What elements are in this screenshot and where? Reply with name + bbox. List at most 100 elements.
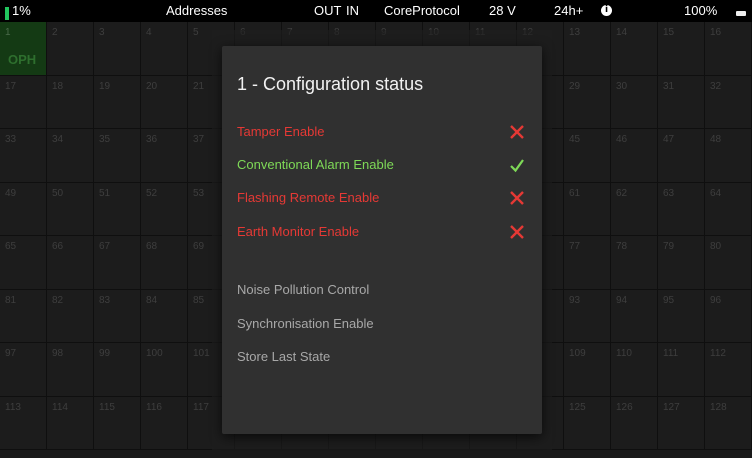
- address-cell[interactable]: 77: [564, 236, 611, 290]
- address-cell[interactable]: 81: [0, 289, 47, 343]
- config-item-label: Conventional Alarm Enable: [237, 157, 394, 172]
- address-number: 83: [99, 294, 111, 306]
- address-cell[interactable]: 93: [564, 289, 611, 343]
- address-number: 21: [193, 80, 205, 92]
- address-number: 110: [616, 348, 632, 359]
- address-cell[interactable]: 68: [141, 236, 188, 290]
- dialog-title: 1 - Configuration status: [237, 74, 424, 94]
- address-cell[interactable]: 114: [47, 396, 94, 450]
- address-cell[interactable]: 49: [0, 182, 47, 236]
- address-cell[interactable]: 52: [141, 182, 188, 236]
- address-number: 52: [146, 187, 158, 199]
- address-cell[interactable]: 97: [0, 343, 47, 397]
- address-number: 49: [5, 187, 17, 199]
- info-icon[interactable]: i: [601, 5, 612, 16]
- cross-icon: [510, 225, 524, 239]
- address-cell[interactable]: 51: [94, 182, 141, 236]
- address-number: 84: [146, 294, 158, 306]
- address-cell[interactable]: 65: [0, 236, 47, 290]
- address-cell[interactable]: 128: [705, 396, 752, 450]
- address-cell[interactable]: 1 OPH: [0, 22, 47, 76]
- address-cell[interactable]: 45: [564, 129, 611, 183]
- address-number: 62: [616, 187, 628, 199]
- address-number: 82: [52, 294, 64, 306]
- address-cell[interactable]: 20: [141, 75, 188, 129]
- address-number: 48: [710, 134, 722, 145]
- address-cell[interactable]: 33: [0, 129, 47, 183]
- address-number: 61: [569, 187, 581, 199]
- address-cell[interactable]: 79: [658, 236, 705, 290]
- address-number: 79: [663, 241, 675, 252]
- address-cell[interactable]: 62: [611, 182, 658, 236]
- address-number: 35: [99, 134, 111, 145]
- address-cell[interactable]: 83: [94, 289, 141, 343]
- address-cell[interactable]: 63: [658, 182, 705, 236]
- address-cell[interactable]: 99: [94, 343, 141, 397]
- address-cell[interactable]: 78: [611, 236, 658, 290]
- address-cell[interactable]: 113: [0, 396, 47, 450]
- check-icon: [510, 159, 524, 173]
- address-cell[interactable]: 96: [705, 289, 752, 343]
- address-cell[interactable]: 34: [47, 129, 94, 183]
- address-number: 65: [5, 241, 17, 252]
- address-cell[interactable]: 126: [611, 396, 658, 450]
- address-cell[interactable]: 19: [94, 75, 141, 129]
- address-number: 15: [663, 27, 675, 38]
- address-cell[interactable]: 16: [705, 22, 752, 76]
- address-cell[interactable]: 109: [564, 343, 611, 397]
- address-number: 97: [5, 348, 17, 359]
- address-number: 5: [193, 27, 199, 38]
- protocol-label: CoreProtocol: [384, 3, 460, 18]
- address-number: 19: [99, 80, 111, 92]
- address-cell[interactable]: 48: [705, 129, 752, 183]
- address-cell[interactable]: 80: [705, 236, 752, 290]
- in-label: IN: [346, 3, 359, 18]
- address-cell[interactable]: 2: [47, 22, 94, 76]
- address-cell[interactable]: 31: [658, 75, 705, 129]
- address-number: 78: [616, 241, 628, 252]
- address-cell[interactable]: 17: [0, 75, 47, 129]
- address-cell[interactable]: 95: [658, 289, 705, 343]
- config-item: Flashing Remote Enable: [237, 187, 527, 209]
- address-number: 64: [710, 187, 722, 199]
- address-cell[interactable]: 67: [94, 236, 141, 290]
- address-cell[interactable]: 98: [47, 343, 94, 397]
- address-cell[interactable]: 47: [658, 129, 705, 183]
- address-cell[interactable]: 110: [611, 343, 658, 397]
- address-cell[interactable]: 15: [658, 22, 705, 76]
- address-cell[interactable]: 94: [611, 289, 658, 343]
- address-cell[interactable]: 13: [564, 22, 611, 76]
- address-number: 95: [663, 294, 675, 306]
- address-cell[interactable]: 116: [141, 396, 188, 450]
- address-cell[interactable]: 4: [141, 22, 188, 76]
- address-cell[interactable]: 84: [141, 289, 188, 343]
- address-number: 111: [663, 348, 679, 359]
- config-item-label: Noise Pollution Control: [237, 282, 370, 297]
- address-cell[interactable]: 46: [611, 129, 658, 183]
- address-cell[interactable]: 29: [564, 75, 611, 129]
- address-cell[interactable]: 3: [94, 22, 141, 76]
- address-cell[interactable]: 111: [658, 343, 705, 397]
- address-number: 18: [52, 80, 64, 92]
- config-item-label: Store Last State: [237, 349, 331, 364]
- address-number: 114: [52, 401, 68, 413]
- address-cell[interactable]: 61: [564, 182, 611, 236]
- address-cell[interactable]: 66: [47, 236, 94, 290]
- address-number: 17: [5, 80, 17, 92]
- address-cell[interactable]: 64: [705, 182, 752, 236]
- address-cell[interactable]: 36: [141, 129, 188, 183]
- address-cell[interactable]: 115: [94, 396, 141, 450]
- address-cell[interactable]: 125: [564, 396, 611, 450]
- address-cell[interactable]: 35: [94, 129, 141, 183]
- address-cell[interactable]: 100: [141, 343, 188, 397]
- address-cell[interactable]: 32: [705, 75, 752, 129]
- address-cell[interactable]: 127: [658, 396, 705, 450]
- address-cell[interactable]: 14: [611, 22, 658, 76]
- address-cell[interactable]: 30: [611, 75, 658, 129]
- address-number: 30: [616, 80, 628, 92]
- address-cell[interactable]: 112: [705, 343, 752, 397]
- address-number: 98: [52, 348, 64, 359]
- address-cell[interactable]: 50: [47, 182, 94, 236]
- address-cell[interactable]: 82: [47, 289, 94, 343]
- address-cell[interactable]: 18: [47, 75, 94, 129]
